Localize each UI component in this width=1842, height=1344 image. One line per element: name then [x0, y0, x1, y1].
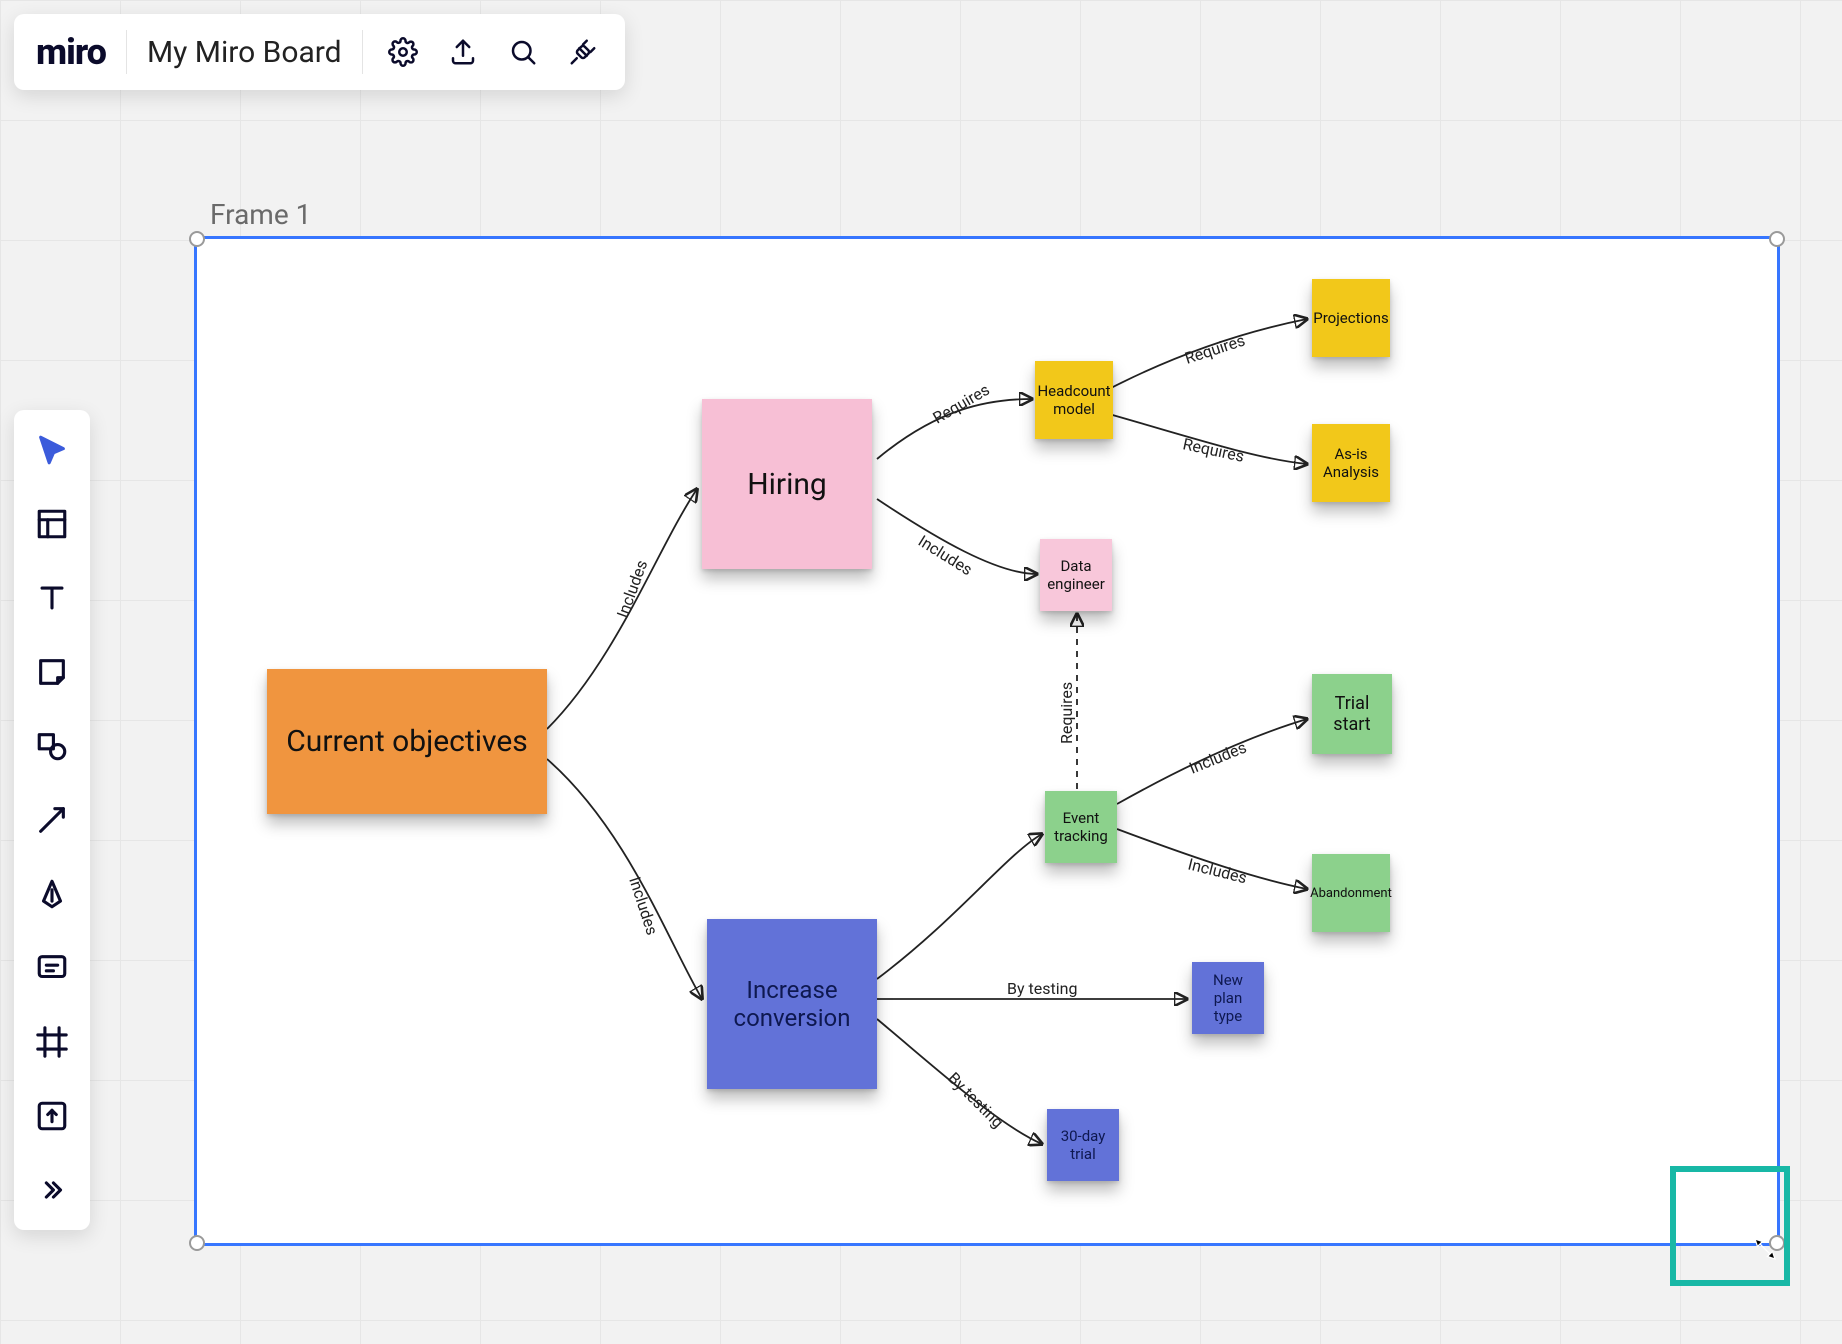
- shapes-tool[interactable]: [32, 726, 72, 766]
- svg-text:Requires: Requires: [1057, 682, 1076, 744]
- gear-icon: [388, 37, 418, 67]
- svg-text:Includes: Includes: [613, 557, 651, 620]
- templates-tool[interactable]: [32, 504, 72, 544]
- upload-tool[interactable]: [32, 1096, 72, 1136]
- sticky-hiring[interactable]: Hiring: [702, 399, 872, 569]
- search-icon: [508, 37, 538, 67]
- left-toolbar: [14, 410, 90, 1230]
- arrow-icon: [35, 803, 69, 837]
- sticky-text: Hiring: [747, 467, 827, 502]
- sticky-text: As-is Analysis: [1318, 445, 1384, 481]
- frame-label[interactable]: Frame 1: [210, 198, 311, 231]
- resize-highlight-box: [1670, 1166, 1790, 1286]
- more-icon: [35, 1173, 69, 1207]
- plug-icon: [568, 37, 598, 67]
- templates-icon: [35, 507, 69, 541]
- frame-1[interactable]: Includes Includes Requires Includes Requ…: [194, 236, 1780, 1246]
- sticky-text: Data engineer: [1046, 557, 1106, 593]
- text-icon: [35, 581, 69, 615]
- more-tools[interactable]: [32, 1170, 72, 1210]
- pen-icon: [35, 877, 69, 911]
- line-tool[interactable]: [32, 800, 72, 840]
- sticky-text: New plan type: [1198, 971, 1258, 1025]
- sticky-text: Increase conversion: [713, 976, 871, 1032]
- sticky-trial-start[interactable]: Trial start: [1312, 674, 1392, 754]
- sticky-increase-conversion[interactable]: Increase conversion: [707, 919, 877, 1089]
- sticky-text: Projections: [1313, 309, 1388, 327]
- svg-text:Includes: Includes: [625, 874, 662, 937]
- sticky-text: Headcount model: [1037, 382, 1110, 418]
- settings-button[interactable]: [383, 32, 423, 72]
- separator: [362, 30, 363, 74]
- integrations-button[interactable]: [563, 32, 603, 72]
- sticky-abandonment[interactable]: Abandonment: [1312, 854, 1390, 932]
- svg-text:By testing: By testing: [944, 1068, 1007, 1131]
- frame-icon: [35, 1025, 69, 1059]
- sticky-30day-trial[interactable]: 30-day trial: [1047, 1109, 1119, 1181]
- svg-text:Includes: Includes: [1186, 738, 1249, 778]
- separator: [126, 30, 127, 74]
- sticky-new-plan-type[interactable]: New plan type: [1192, 962, 1264, 1034]
- text-tool[interactable]: [32, 578, 72, 618]
- app-logo: miro: [36, 31, 106, 73]
- export-button[interactable]: [443, 32, 483, 72]
- sticky-data-engineer[interactable]: Data engineer: [1040, 539, 1112, 611]
- board-title[interactable]: My Miro Board: [147, 35, 342, 70]
- upload-icon: [35, 1099, 69, 1133]
- frame-tool[interactable]: [32, 1022, 72, 1062]
- svg-text:By testing: By testing: [1007, 979, 1077, 998]
- top-toolbar: miro My Miro Board: [14, 14, 625, 90]
- sticky-current-objectives[interactable]: Current objectives: [267, 669, 547, 814]
- sticky-text: Abandonment: [1310, 886, 1392, 901]
- svg-text:Requires: Requires: [1181, 434, 1246, 466]
- search-button[interactable]: [503, 32, 543, 72]
- sticky-icon: [35, 655, 69, 689]
- comment-tool[interactable]: [32, 948, 72, 988]
- cursor-icon: [35, 433, 69, 467]
- sticky-text: 30-day trial: [1053, 1127, 1113, 1163]
- resize-cursor-icon: [1750, 1234, 1780, 1264]
- sticky-tool[interactable]: [32, 652, 72, 692]
- shapes-icon: [35, 729, 69, 763]
- svg-text:Includes: Includes: [1186, 854, 1249, 887]
- sticky-text: Current objectives: [286, 724, 527, 759]
- svg-text:Includes: Includes: [915, 531, 976, 579]
- sticky-headcount-model[interactable]: Headcount model: [1035, 361, 1113, 439]
- comment-icon: [35, 951, 69, 985]
- svg-text:Requires: Requires: [1182, 331, 1247, 368]
- select-tool[interactable]: [32, 430, 72, 470]
- pen-tool[interactable]: [32, 874, 72, 914]
- export-icon: [448, 37, 478, 67]
- sticky-text: Trial start: [1318, 693, 1386, 735]
- sticky-projections[interactable]: Projections: [1312, 279, 1390, 357]
- sticky-text: Event tracking: [1051, 809, 1111, 845]
- sticky-event-tracking[interactable]: Event tracking: [1045, 791, 1117, 863]
- sticky-asis-analysis[interactable]: As-is Analysis: [1312, 424, 1390, 502]
